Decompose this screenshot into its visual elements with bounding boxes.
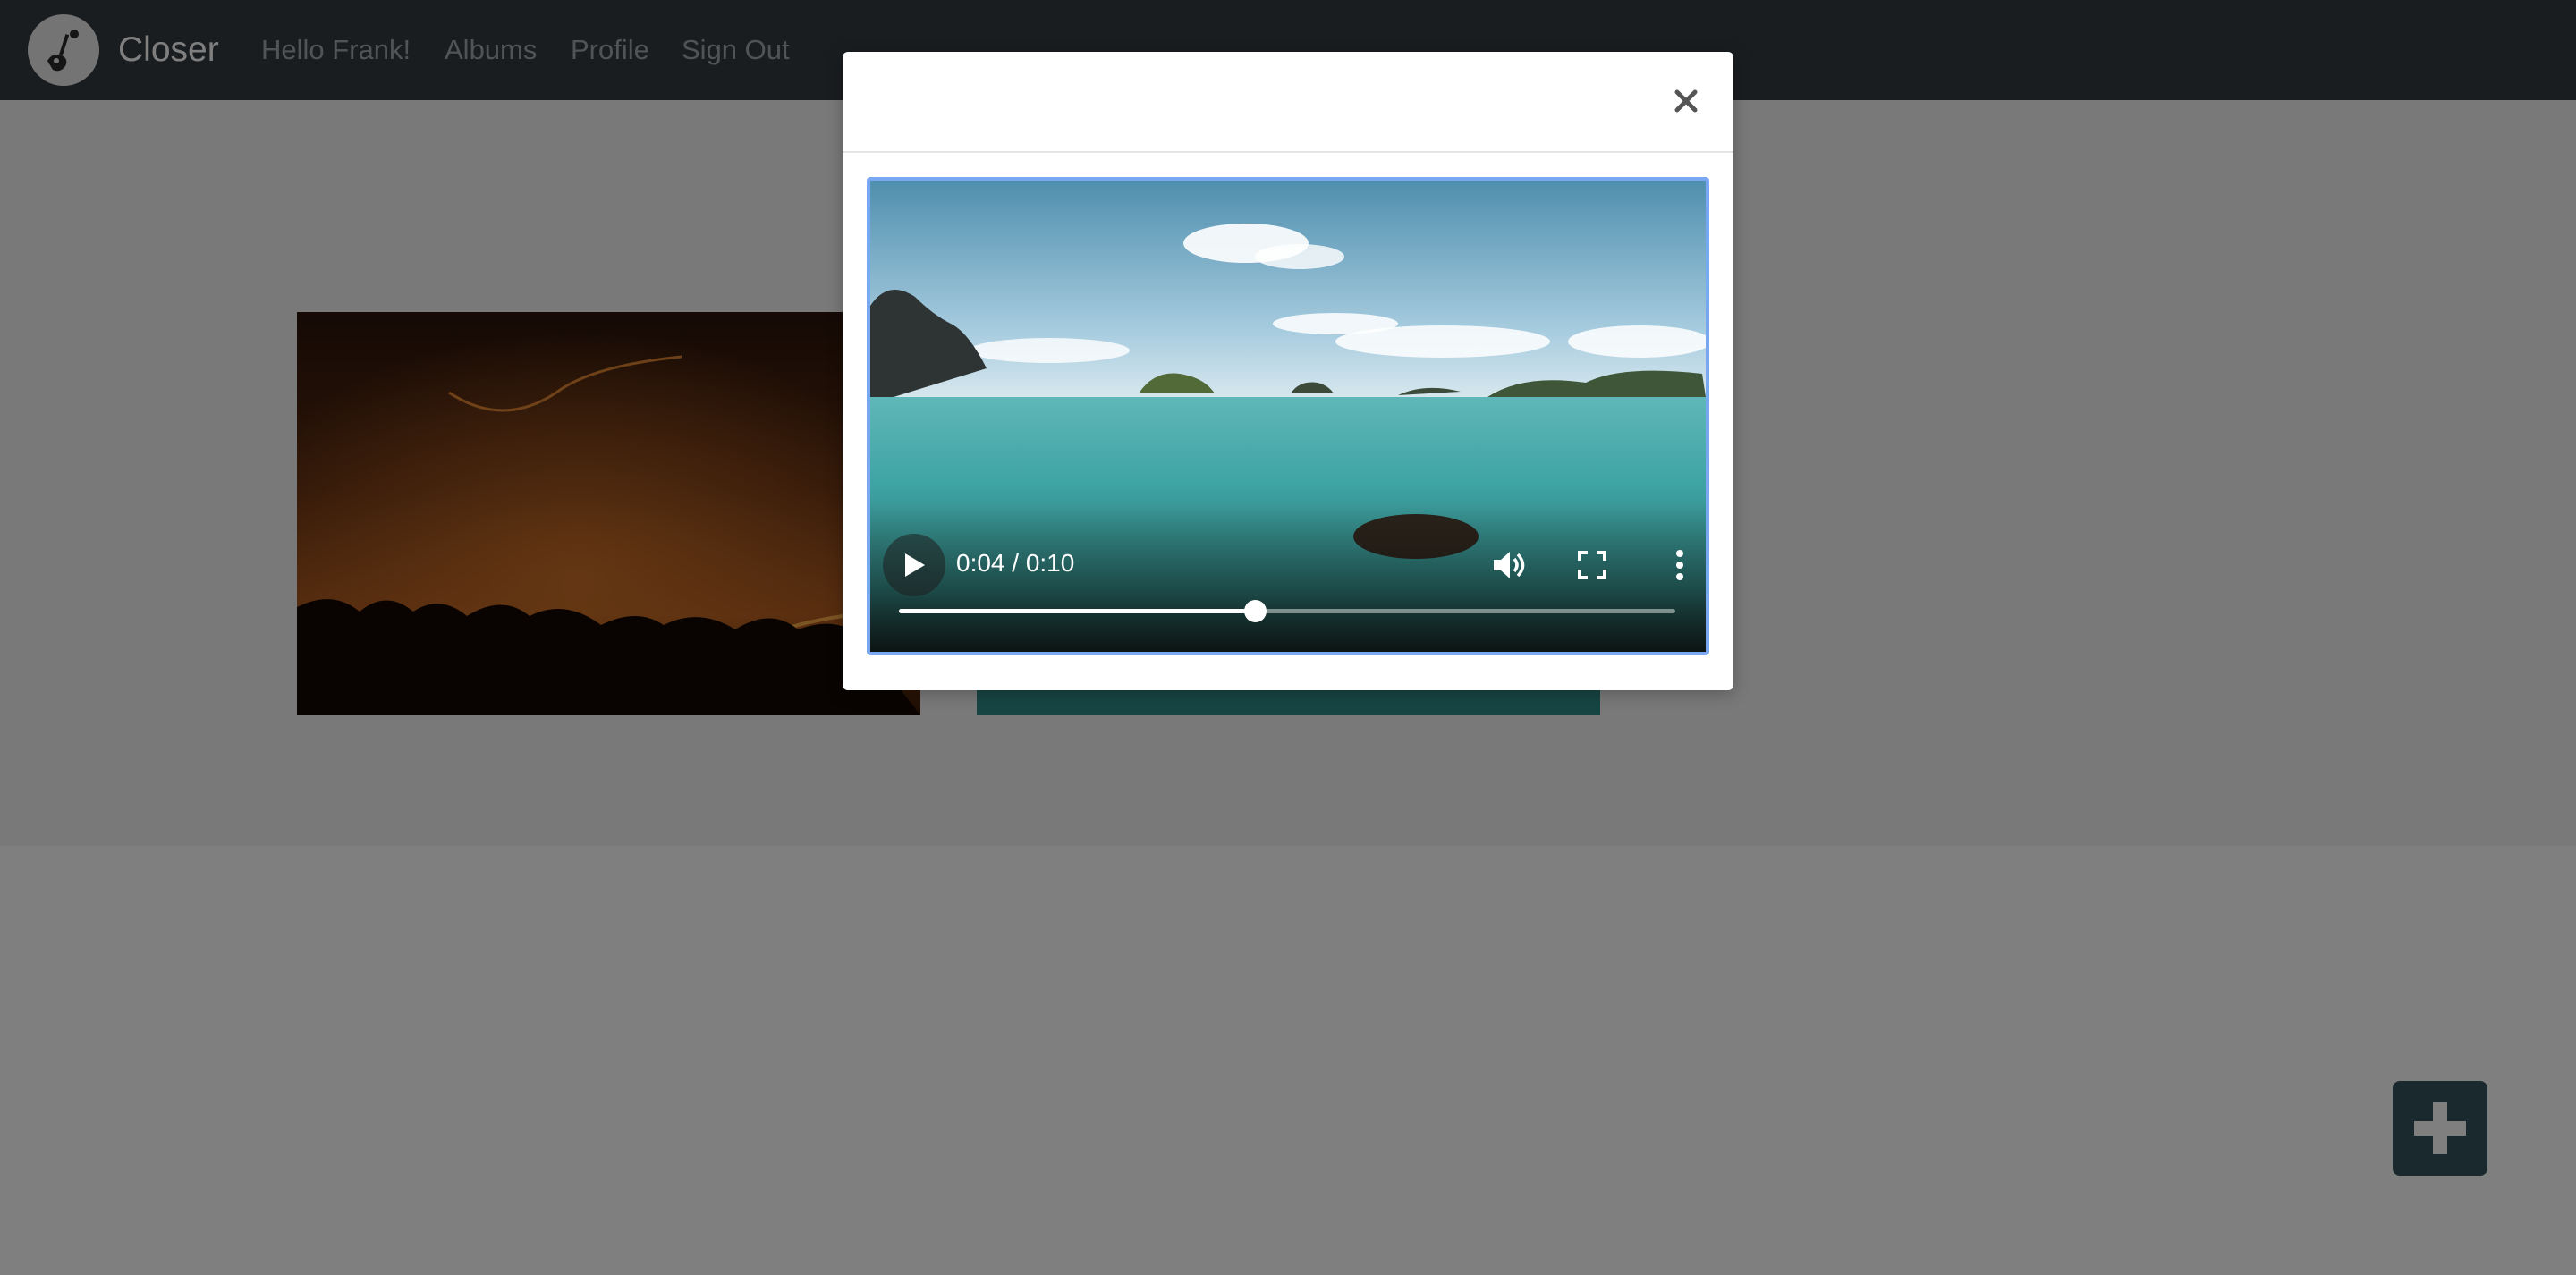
play-icon[interactable] bbox=[883, 534, 945, 596]
video-time-display: 0:04 / 0:10 bbox=[956, 549, 1075, 577]
modal-header bbox=[843, 52, 1733, 153]
video-modal: 0:04 / 0:10 bbox=[843, 52, 1733, 690]
more-options-icon[interactable] bbox=[1657, 543, 1702, 587]
video-progress-bar[interactable] bbox=[899, 600, 1675, 622]
close-icon[interactable] bbox=[1664, 79, 1708, 123]
video-progress-thumb[interactable] bbox=[1244, 600, 1267, 622]
video-progress-fill bbox=[899, 609, 1256, 613]
fullscreen-icon[interactable] bbox=[1570, 543, 1614, 587]
volume-icon[interactable] bbox=[1486, 543, 1530, 587]
video-player[interactable]: 0:04 / 0:10 bbox=[867, 177, 1709, 655]
